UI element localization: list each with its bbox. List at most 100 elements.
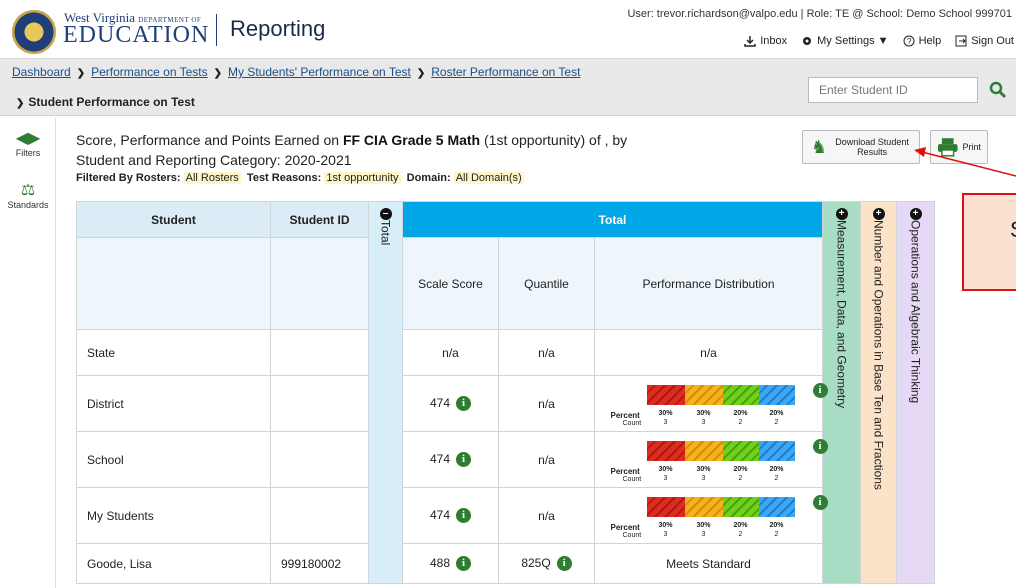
info-icon[interactable]: i — [812, 494, 828, 510]
percent-value: 20% — [769, 409, 784, 417]
total-collapsed-column[interactable]: – Total — [368, 201, 403, 584]
inbox-link[interactable]: Inbox — [744, 35, 787, 47]
distribution-segment-3[interactable] — [722, 440, 759, 461]
col-header-student[interactable]: Student — [76, 201, 271, 238]
category-column-measurement[interactable]: + Measurement, Data, and Geometry — [822, 201, 861, 584]
standards-toggle[interactable]: ⚖ Standards — [0, 182, 56, 210]
distribution-segments — [646, 440, 795, 461]
percent-value: 30% — [658, 409, 673, 417]
student-id-input[interactable]: Enter Student ID — [808, 77, 978, 103]
col-header-quantile[interactable]: Quantile — [498, 237, 595, 330]
col-header-perf-dist[interactable]: Performance Distribution — [594, 237, 823, 330]
crumb-dashboard[interactable]: Dashboard — [12, 65, 71, 79]
distribution-segment-2[interactable] — [684, 496, 723, 517]
row-scale: n/a — [402, 329, 499, 376]
settings-menu[interactable]: My Settings ▼ — [801, 35, 889, 47]
crumb-my-students[interactable]: My Students' Performance on Test — [228, 65, 411, 79]
scales-icon: ⚖ — [20, 182, 36, 199]
row-scale: 474 i — [402, 431, 499, 488]
count-value: 2 — [774, 474, 779, 482]
category-label-number-ops: Number and Operations in Base Ten and Fr… — [871, 220, 886, 490]
percent-value: 30% — [696, 465, 711, 473]
header-divider — [216, 14, 217, 46]
percent-label: Percent — [610, 522, 640, 532]
distribution-segment-4[interactable] — [758, 440, 795, 461]
expand-icon[interactable]: + — [909, 208, 922, 220]
category-column-number-ops[interactable]: + Number and Operations in Base Ten and … — [860, 201, 897, 584]
crumb-performance-on-tests[interactable]: Performance on Tests — [91, 65, 208, 79]
filters-label: Filters — [15, 148, 41, 158]
performance-distribution-bar: Percent Count 30% 30% 20% 20% 3 3 2 2 i — [609, 381, 828, 427]
info-icon[interactable]: i — [456, 452, 472, 468]
performance-distribution-bar: Percent Count 30% 30% 20% 20% 3 3 2 2 i — [609, 437, 828, 483]
header-blank-id — [270, 237, 369, 330]
percent-value: 20% — [733, 409, 748, 417]
expand-icon[interactable]: + — [835, 208, 848, 220]
print-button[interactable]: Print — [930, 130, 988, 164]
percent-value: 20% — [769, 465, 784, 473]
percent-value: 30% — [696, 409, 711, 417]
distribution-segment-3[interactable] — [722, 384, 759, 405]
table-row: My Students 474 i n/a Percent Count 30% 30% 2… — [76, 487, 935, 544]
distribution-segment-1[interactable] — [646, 384, 685, 405]
distribution-segment-3[interactable] — [722, 496, 759, 517]
info-icon[interactable]: i — [812, 438, 828, 454]
row-quantile: n/a — [498, 329, 595, 376]
col-header-scale-score[interactable]: Scale Score — [402, 237, 499, 330]
row-name[interactable]: Goode, Lisa — [76, 543, 271, 584]
col-header-total: Total — [402, 201, 823, 238]
download-results-button[interactable]: ♞ Download Student Results — [802, 130, 920, 164]
chevron-right-icon: ❯ — [76, 68, 86, 79]
org-name: EDUCATION — [63, 22, 210, 48]
percent-label: Percent — [610, 410, 640, 420]
count-value: 2 — [738, 418, 743, 426]
signout-label: Sign Out — [971, 35, 1014, 47]
percent-value: 30% — [658, 521, 673, 529]
distribution-segment-4[interactable] — [758, 496, 795, 517]
annotation-callout: S — [962, 193, 1016, 291]
search-button[interactable] — [980, 77, 1016, 103]
row-scale: 474 i — [402, 375, 499, 432]
distribution-segment-2[interactable] — [684, 440, 723, 461]
info-icon[interactable]: i — [456, 556, 472, 572]
signout-link[interactable]: Sign Out — [955, 35, 1014, 47]
collapse-icon[interactable]: – — [379, 208, 392, 220]
count-label: Count — [622, 419, 642, 427]
info-icon[interactable]: i — [556, 556, 572, 572]
breadcrumb-bar: Dashboard ❯ Performance on Tests ❯ My Studen… — [0, 58, 1016, 116]
category-column-algebraic[interactable]: + Operations and Algebraic Thinking — [896, 201, 935, 584]
download-tray-icon — [744, 36, 756, 47]
app-header: West Virginia DEPARTMENT OF EDUCATION Re… — [0, 0, 1016, 58]
filters-toggle[interactable]: ◀▶ Filters — [0, 130, 56, 158]
download-label: Download Student Results — [835, 137, 909, 157]
distribution-segment-4[interactable] — [758, 384, 795, 405]
test-name: FF CIA Grade 5 Math — [342, 132, 481, 148]
distribution-segment-1[interactable] — [646, 496, 685, 517]
rosters-value: All Rosters — [183, 172, 241, 184]
reasons-value: 1st opportunity — [324, 172, 401, 184]
row-name: State — [76, 329, 271, 376]
row-name: District — [76, 375, 271, 432]
chevron-right-icon: ❯ — [416, 68, 426, 79]
gear-icon — [803, 37, 812, 45]
info-icon[interactable]: i — [456, 508, 472, 524]
category-label-measurement: Measurement, Data, and Geometry — [834, 220, 849, 409]
expand-icon[interactable]: + — [872, 208, 885, 220]
crumb-roster[interactable]: Roster Performance on Test — [431, 65, 580, 79]
row-perf-distribution: Percent Count 30% 30% 20% 20% 3 3 2 2 i — [594, 375, 828, 432]
filter-summary: Filtered By Rosters: All Rosters Test Re… — [76, 172, 524, 184]
info-icon[interactable]: i — [812, 382, 828, 398]
help-link[interactable]: ? Help — [903, 35, 941, 47]
row-perf: Meets Standard — [594, 543, 823, 584]
rosters-label: Rosters: — [135, 172, 181, 184]
percent-value: 30% — [696, 521, 711, 529]
info-icon[interactable]: i — [456, 396, 472, 412]
col-header-student-id[interactable]: Student ID — [270, 201, 369, 238]
percent-value: 20% — [769, 521, 784, 529]
count-value: 2 — [774, 530, 779, 538]
distribution-segment-1[interactable] — [646, 440, 685, 461]
state-seal-logo — [12, 10, 56, 54]
distribution-segment-2[interactable] — [684, 384, 723, 405]
performance-distribution-bar: Percent Count 30% 30% 20% 20% 3 3 2 2 i — [609, 493, 828, 539]
app-title: Reporting — [230, 16, 326, 41]
